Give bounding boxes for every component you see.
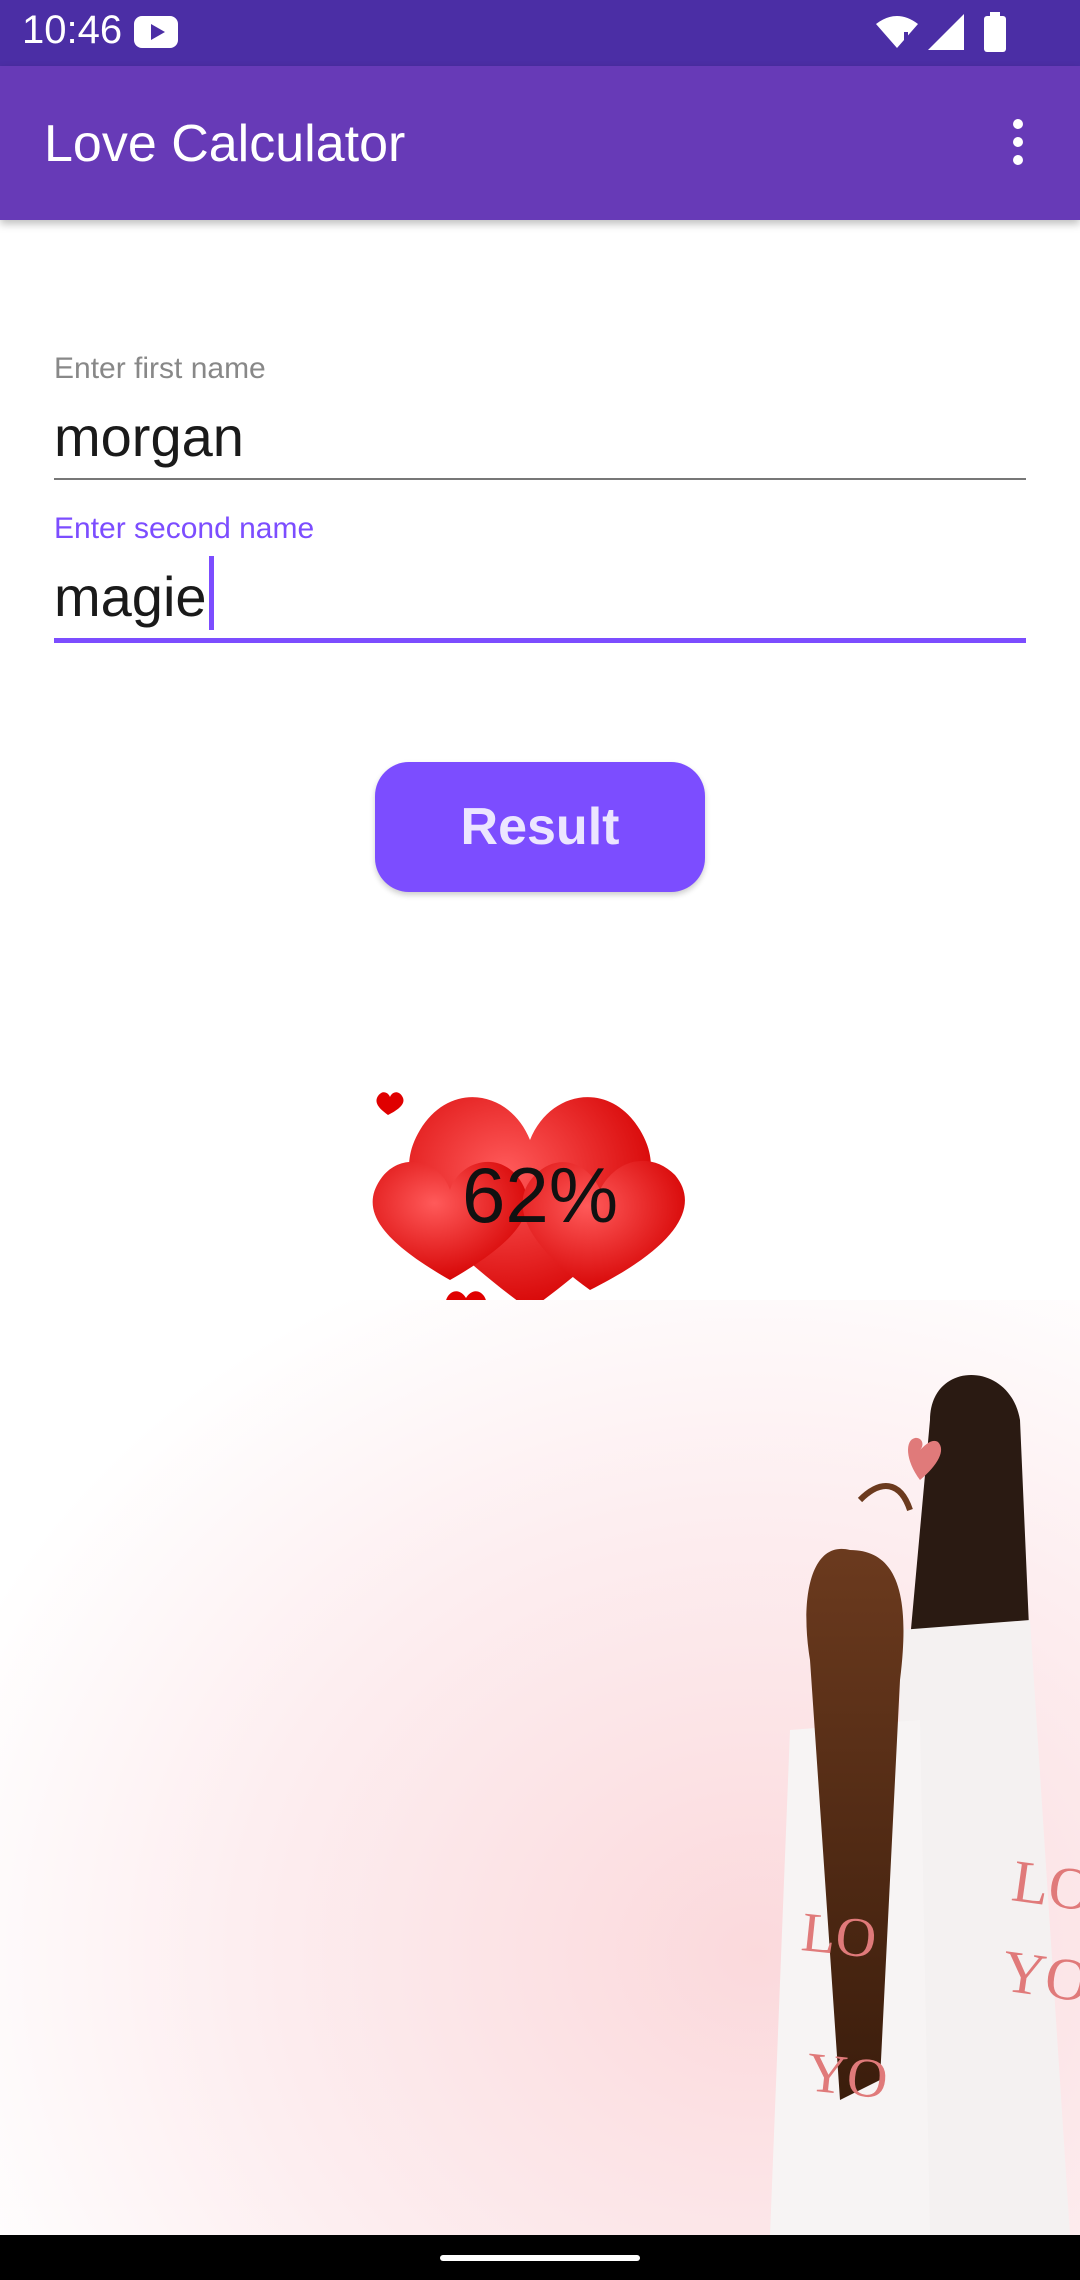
youtube-notification-icon (134, 16, 178, 48)
more-options-icon[interactable] (996, 114, 1040, 170)
second-name-label: Enter second name (54, 512, 315, 545)
couple-illustration: LOVE YOU LO YO (0, 1300, 1080, 2235)
svg-text:YO: YO (804, 2041, 891, 2111)
second-name-underline (54, 638, 1026, 643)
svg-text:LO: LO (799, 1901, 880, 1970)
app-bar: Love Calculator (0, 66, 1080, 220)
first-name-input[interactable]: morgan (54, 404, 1026, 478)
second-name-input[interactable]: magie (54, 556, 1026, 638)
text-cursor (208, 556, 214, 630)
status-time: 10:46 (22, 8, 123, 52)
second-name-field[interactable]: Enter second name magie (54, 512, 1026, 643)
love-percentage: 62% (461, 1151, 619, 1239)
status-bar: 10:46 (0, 0, 1080, 66)
first-name-value: morgan (54, 405, 244, 468)
result-button[interactable]: Result (375, 762, 705, 892)
battery-icon (984, 12, 1006, 52)
first-name-field[interactable]: Enter first name morgan (54, 352, 1026, 480)
app-title: Love Calculator (44, 115, 406, 173)
signal-icon (928, 14, 964, 50)
second-name-value: magie (54, 565, 207, 628)
wifi-icon (876, 16, 918, 48)
navigation-bar (0, 2235, 1080, 2280)
first-name-underline (54, 478, 1026, 480)
home-gesture-handle[interactable] (440, 2255, 640, 2261)
first-name-label: Enter first name (54, 352, 266, 385)
